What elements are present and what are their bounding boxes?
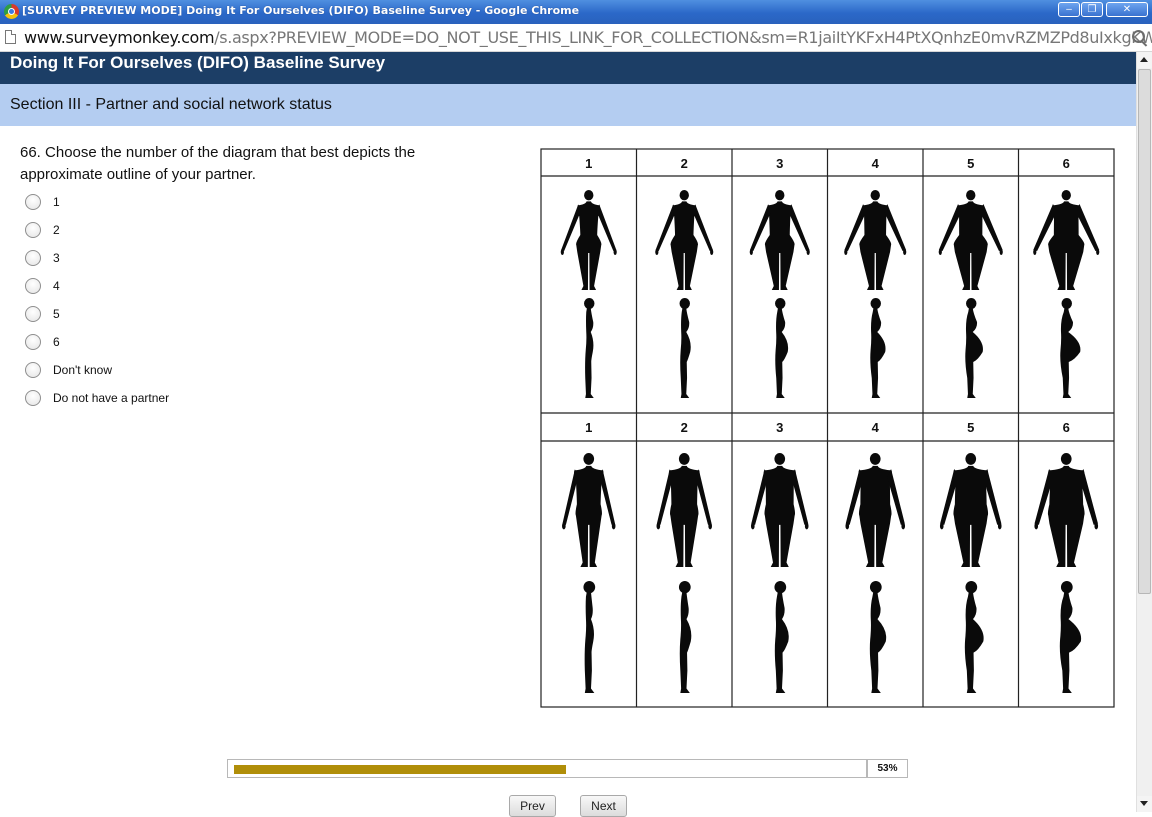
body-outline-diagram: 1 1 2 2 3 3 4 4 5 5 6 6 (540, 148, 1115, 708)
option-label[interactable]: 1 (53, 195, 60, 209)
female-side-silhouette (965, 298, 983, 398)
url-text[interactable]: www.surveymonkey.com/s.aspx?PREVIEW_MODE… (24, 28, 1152, 47)
next-button[interactable]: Next (580, 795, 627, 817)
section-bar: Section III - Partner and social network… (0, 84, 1136, 126)
option-label[interactable]: 2 (53, 223, 60, 237)
radio-button[interactable] (25, 250, 41, 266)
radio-button[interactable] (25, 362, 41, 378)
maximize-button[interactable]: ❐ (1081, 2, 1103, 17)
option-label[interactable]: 5 (53, 307, 60, 321)
address-bar[interactable]: www.surveymonkey.com/s.aspx?PREVIEW_MODE… (0, 24, 1152, 52)
female-side-silhouette (679, 298, 691, 398)
chrome-icon (4, 4, 19, 19)
scroll-down-arrow-icon[interactable] (1137, 796, 1152, 812)
option-label[interactable]: 3 (53, 251, 60, 265)
female-front-silhouette (560, 190, 617, 290)
male-side-silhouette (869, 581, 887, 693)
diagram-number-label: 6 (1063, 156, 1070, 171)
diagram-number-label: 2 (681, 156, 688, 171)
male-side-silhouette (678, 581, 692, 693)
prev-button[interactable]: Prev (509, 795, 556, 817)
option-label[interactable]: Do not have a partner (53, 391, 169, 405)
url-host: www.surveymonkey.com (24, 28, 215, 47)
male-front-silhouette (1034, 453, 1099, 567)
female-side-silhouette (870, 298, 886, 398)
diagram-number-label: 5 (967, 156, 974, 171)
option-label[interactable]: 4 (53, 279, 60, 293)
window-title-bar: [SURVEY PREVIEW MODE] Doing It For Ourse… (0, 0, 1152, 24)
male-front-silhouette (562, 453, 616, 567)
radio-button[interactable] (25, 334, 41, 350)
radio-button[interactable] (25, 194, 41, 210)
page-icon (5, 30, 16, 44)
diagram-number-label: 4 (872, 420, 880, 435)
diagram-number-label: 6 (1063, 420, 1070, 435)
female-front-silhouette (749, 190, 810, 290)
scroll-up-arrow-icon[interactable] (1137, 52, 1152, 68)
male-front-silhouette (845, 453, 906, 567)
option-label[interactable]: 6 (53, 335, 60, 349)
search-icon[interactable] (1132, 30, 1145, 43)
diagram-number-label: 2 (681, 420, 688, 435)
female-front-silhouette (1033, 190, 1100, 290)
male-front-silhouette (750, 453, 809, 567)
male-front-silhouette (656, 453, 713, 567)
diagram-number-label: 1 (585, 420, 592, 435)
female-front-silhouette (655, 190, 714, 290)
male-side-silhouette (583, 581, 596, 693)
progress-bar-fill (234, 765, 566, 774)
progress-bar (227, 759, 867, 778)
radio-button[interactable] (25, 306, 41, 322)
female-side-silhouette (584, 298, 595, 398)
scroll-thumb[interactable] (1138, 69, 1151, 594)
question-text: 66. Choose the number of the diagram tha… (20, 144, 416, 183)
male-side-silhouette (1059, 581, 1082, 693)
radio-button[interactable] (25, 222, 41, 238)
radio-button[interactable] (25, 390, 41, 406)
section-title: Section III - Partner and social network… (10, 96, 332, 113)
radio-button[interactable] (25, 278, 41, 294)
male-side-silhouette (774, 581, 789, 693)
minimize-button[interactable]: – (1058, 2, 1080, 17)
female-front-silhouette (938, 190, 1003, 290)
male-front-silhouette (939, 453, 1002, 567)
survey-title: Doing It For Ourselves (DIFO) Baseline S… (10, 53, 386, 72)
diagram-number-label: 3 (776, 420, 783, 435)
vertical-scrollbar[interactable] (1136, 52, 1152, 812)
diagram-number-label: 4 (872, 156, 880, 171)
female-side-silhouette (1060, 298, 1081, 398)
male-side-silhouette (964, 581, 984, 693)
progress-percent: 53% (867, 759, 908, 778)
url-path: /s.aspx?PREVIEW_MODE=DO_NOT_USE_THIS_LIN… (214, 28, 1152, 47)
diagram-number-label: 5 (967, 420, 974, 435)
diagram-number-label: 1 (585, 156, 592, 171)
female-side-silhouette (775, 298, 789, 398)
option-label[interactable]: Don't know (53, 363, 112, 377)
female-front-silhouette (844, 190, 907, 290)
window-title: [SURVEY PREVIEW MODE] Doing It For Ourse… (22, 4, 580, 17)
survey-header: Doing It For Ourselves (DIFO) Baseline S… (0, 52, 1136, 84)
close-button[interactable]: ✕ (1106, 2, 1148, 17)
diagram-number-label: 3 (776, 156, 783, 171)
